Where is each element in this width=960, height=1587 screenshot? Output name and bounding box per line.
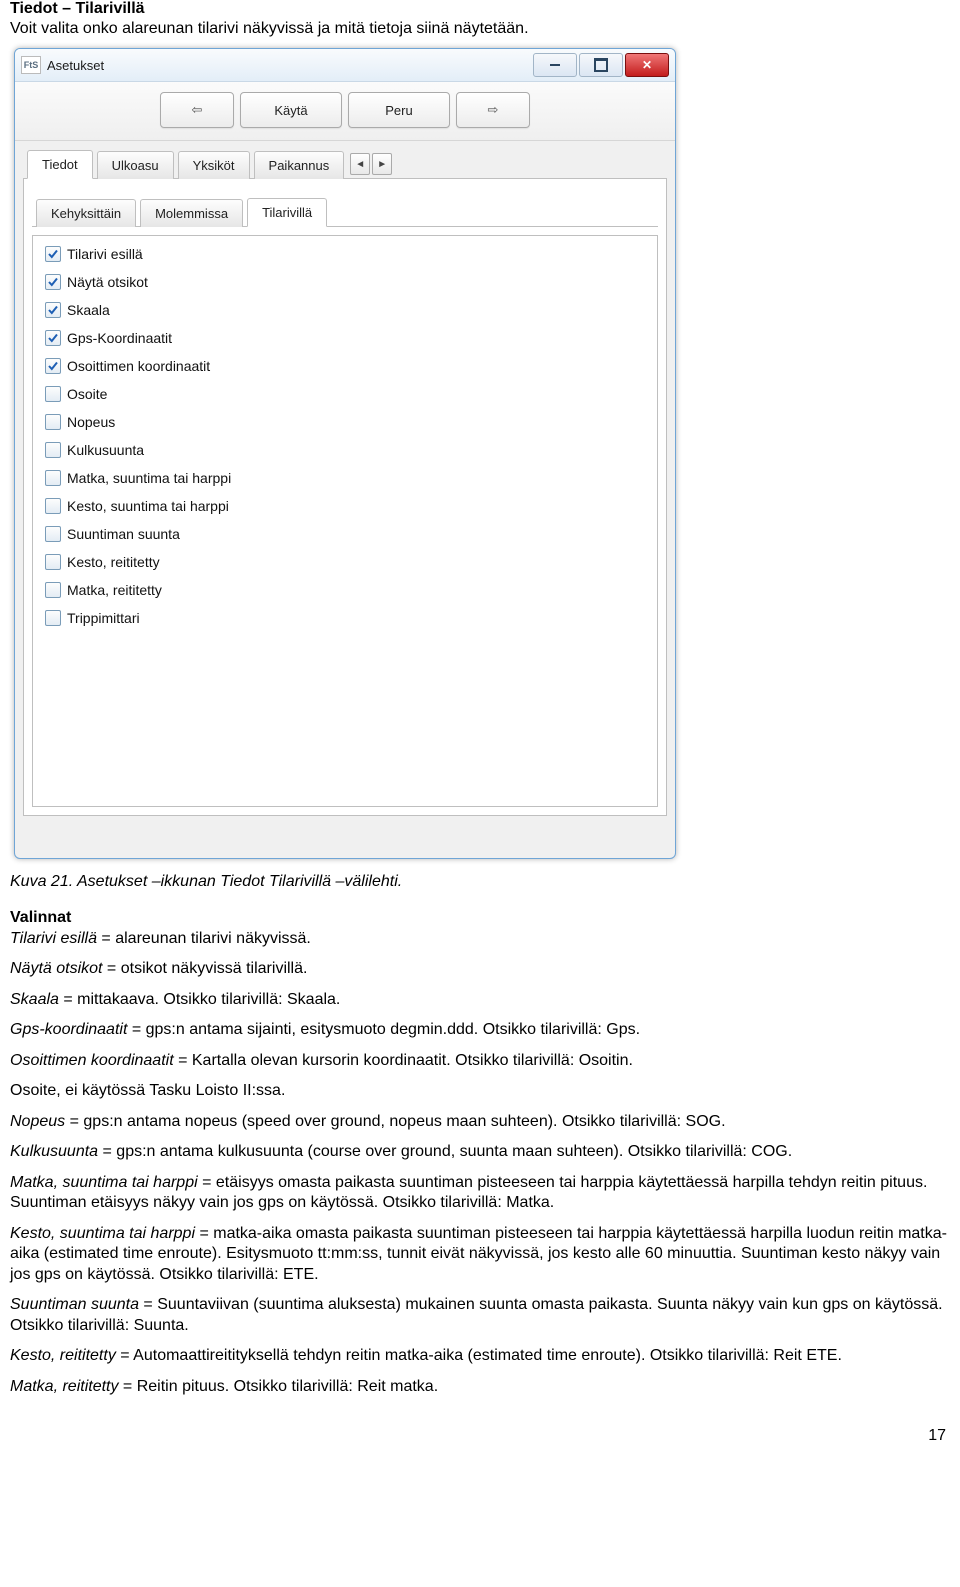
checkbox-row: Kesto, suuntima tai harppi — [45, 498, 645, 514]
check-icon — [47, 332, 59, 344]
titlebar: FtS Asetukset ✕ — [15, 49, 675, 82]
close-icon: ✕ — [642, 58, 652, 72]
checkbox-row: Kesto, reititetty — [45, 554, 645, 570]
para-nopeus: Nopeus = gps:n antama nopeus (speed over… — [10, 1112, 950, 1132]
para-matka-suuntima: Matka, suuntima tai harppi = etäisyys om… — [10, 1173, 950, 1214]
tabs-top: Tiedot Ulkoasu Yksiköt Paikannus ◄ ► — [23, 149, 667, 179]
checkbox[interactable] — [45, 526, 61, 542]
tab-kehyksittain[interactable]: Kehyksittäin — [36, 199, 136, 227]
checkbox[interactable] — [45, 246, 61, 262]
checkbox-label: Osoite — [67, 386, 107, 402]
para-matka-reititetty: Matka, reititetty = Reitin pituus. Otsik… — [10, 1377, 950, 1397]
checkbox-row: Matka, reititetty — [45, 582, 645, 598]
apply-button[interactable]: Käytä — [240, 92, 342, 128]
checkbox-label: Matka, suuntima tai harppi — [67, 470, 231, 486]
checkbox-label: Trippimittari — [67, 610, 140, 626]
para-kulkusuunta: Kulkusuunta = gps:n antama kulkusuunta (… — [10, 1142, 950, 1162]
checkbox-row: Matka, suuntima tai harppi — [45, 470, 645, 486]
tab-scroll-right[interactable]: ► — [372, 153, 392, 175]
checkbox-label: Gps-Koordinaatit — [67, 330, 172, 346]
tab-ulkoasu[interactable]: Ulkoasu — [97, 151, 174, 179]
tab-tilarivilla[interactable]: Tilarivillä — [247, 198, 327, 227]
tabs-inner: Kehyksittäin Molemmissa Tilarivillä — [32, 197, 658, 227]
tabs-area: Tiedot Ulkoasu Yksiköt Paikannus ◄ ► Keh… — [15, 141, 675, 828]
checkbox-row: Kulkusuunta — [45, 442, 645, 458]
maximize-icon — [594, 58, 608, 72]
checkbox-row: Tilarivi esillä — [45, 246, 645, 262]
check-icon — [47, 360, 59, 372]
para-osoite: Osoite, ei käytössä Tasku Loisto II:ssa. — [10, 1081, 950, 1101]
checkbox-row: Nopeus — [45, 414, 645, 430]
page-number: 17 — [10, 1427, 950, 1445]
cancel-button[interactable]: Peru — [348, 92, 450, 128]
para-kesto-reititetty: Kesto, reititetty = Automaattireititykse… — [10, 1346, 950, 1366]
checkbox[interactable] — [45, 414, 61, 430]
para-osoittimen-koordinaatit: Osoittimen koordinaatit = Kartalla oleva… — [10, 1051, 950, 1071]
para-suuntiman-suunta: Suuntiman suunta = Suuntaviivan (suuntim… — [10, 1295, 950, 1336]
checkbox-row: Osoite — [45, 386, 645, 402]
checkbox[interactable] — [45, 302, 61, 318]
toolbar: ⇦ Käytä Peru ⇨ — [15, 82, 675, 141]
minimize-button[interactable] — [533, 53, 577, 77]
para-kesto-suuntima: Kesto, suuntima tai harppi = matka-aika … — [10, 1224, 950, 1285]
forward-button[interactable]: ⇨ — [456, 92, 530, 128]
page-heading: Tiedot – Tilarivillä — [10, 0, 950, 18]
checkbox-label: Suuntiman suunta — [67, 526, 180, 542]
checkbox-row: Osoittimen koordinaatit — [45, 358, 645, 374]
checkbox[interactable] — [45, 554, 61, 570]
tab-yksikot[interactable]: Yksiköt — [178, 151, 250, 179]
tab-panel-top: Kehyksittäin Molemmissa Tilarivillä Tila… — [23, 179, 667, 816]
para-skaala: Skaala = mittakaava. Otsikko tilarivillä… — [10, 990, 950, 1010]
checkbox-row: Trippimittari — [45, 610, 645, 626]
minimize-icon — [550, 64, 560, 66]
checkbox-label: Nopeus — [67, 414, 115, 430]
para-tilarivi-esilla: Tilarivi esillä = alareunan tilarivi näk… — [10, 929, 950, 949]
check-icon — [47, 304, 59, 316]
back-button[interactable]: ⇦ — [160, 92, 234, 128]
valinnat-heading: Valinnat — [10, 909, 950, 927]
checkbox[interactable] — [45, 274, 61, 290]
checkbox-label: Tilarivi esillä — [67, 246, 143, 262]
tab-tiedot[interactable]: Tiedot — [27, 150, 93, 179]
check-icon — [47, 276, 59, 288]
checkbox-panel: Tilarivi esillä Näytä otsikot Skaala Gps-Ko… — [32, 235, 658, 807]
check-icon — [47, 248, 59, 260]
checkbox[interactable] — [45, 470, 61, 486]
checkbox[interactable] — [45, 386, 61, 402]
checkbox-row: Gps-Koordinaatit — [45, 330, 645, 346]
checkbox-label: Näytä otsikot — [67, 274, 148, 290]
checkbox[interactable] — [45, 442, 61, 458]
tab-molemmissa[interactable]: Molemmissa — [140, 199, 243, 227]
checkbox-row: Suuntiman suunta — [45, 526, 645, 542]
checkbox[interactable] — [45, 330, 61, 346]
page-subheading: Voit valita onko alareunan tilarivi näky… — [10, 20, 950, 38]
checkbox-label: Skaala — [67, 302, 110, 318]
checkbox[interactable] — [45, 358, 61, 374]
checkbox[interactable] — [45, 498, 61, 514]
window-title: Asetukset — [47, 58, 533, 73]
checkbox-label: Osoittimen koordinaatit — [67, 358, 210, 374]
figure-caption: Kuva 21. Asetukset –ikkunan Tiedot Tilar… — [10, 873, 950, 891]
checkbox-row: Skaala — [45, 302, 645, 318]
tab-paikannus[interactable]: Paikannus — [254, 151, 345, 179]
para-nayta-otsikot: Näytä otsikot = otsikot näkyvissä tilari… — [10, 959, 950, 979]
checkbox[interactable] — [45, 582, 61, 598]
checkbox-row: Näytä otsikot — [45, 274, 645, 290]
app-icon: FtS — [21, 56, 41, 74]
checkbox-label: Kesto, reititetty — [67, 554, 160, 570]
close-button[interactable]: ✕ — [625, 53, 669, 77]
para-gps-koordinaatit: Gps-koordinaatit = gps:n antama sijainti… — [10, 1020, 950, 1040]
tab-scroll-left[interactable]: ◄ — [350, 153, 370, 175]
maximize-button[interactable] — [579, 53, 623, 77]
checkbox-label: Kesto, suuntima tai harppi — [67, 498, 229, 514]
checkbox-label: Matka, reititetty — [67, 582, 162, 598]
checkbox[interactable] — [45, 610, 61, 626]
checkbox-label: Kulkusuunta — [67, 442, 144, 458]
settings-window: FtS Asetukset ✕ ⇦ Käytä Peru ⇨ Tiedot Ul… — [14, 48, 676, 859]
